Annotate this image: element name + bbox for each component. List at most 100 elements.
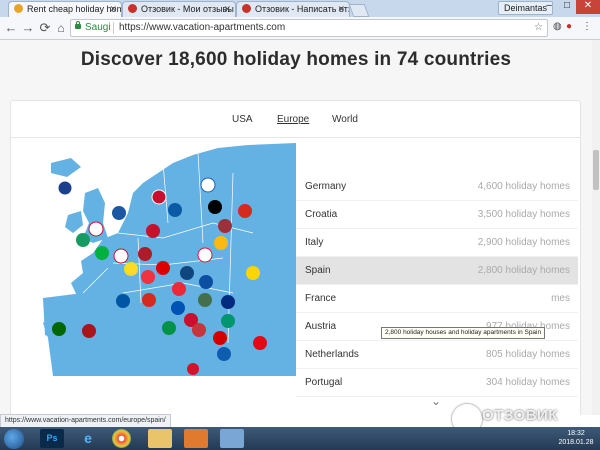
- england-flag-icon[interactable]: [88, 221, 104, 237]
- homes-count: 3,500 holiday homes: [477, 209, 570, 220]
- estonia-flag-icon[interactable]: [208, 200, 222, 214]
- homes-count: 2,800 holiday homes: [477, 265, 570, 276]
- france-flag-icon[interactable]: [116, 294, 130, 308]
- hungary-flag-icon[interactable]: [198, 293, 212, 307]
- page-content: Discover 18,600 holiday homes in 74 coun…: [0, 40, 592, 415]
- country-name: Austria: [305, 321, 337, 332]
- bookmark-star-icon[interactable]: ☆: [534, 20, 543, 36]
- lithuania-flag-icon[interactable]: [214, 236, 228, 250]
- tab-title: Отзовик - Написать отз: [255, 4, 350, 14]
- poland-flag-icon[interactable]: [197, 247, 213, 263]
- spain-flag-icon[interactable]: [82, 324, 96, 338]
- watermark-text: ОТЗОВИК: [482, 407, 558, 424]
- finland-flag-icon[interactable]: [200, 177, 216, 193]
- page-scrollbar[interactable]: [592, 40, 600, 415]
- list-item[interactable]: Portugal 304 holiday homes: [296, 369, 578, 397]
- list-item[interactable]: France mes: [296, 285, 578, 313]
- url-text: https://www.vacation-apartments.com: [119, 22, 286, 33]
- clock-date: 2018.01.28: [558, 439, 594, 446]
- country-name: Netherlands: [305, 349, 359, 360]
- clock-time: 18:32: [567, 430, 585, 437]
- photoshop-taskbar-icon[interactable]: Ps: [40, 429, 64, 448]
- country-name: France: [305, 293, 337, 304]
- bulgaria-flag-icon[interactable]: [221, 314, 235, 328]
- status-bar-url: https://www.vacation-apartments.com/euro…: [0, 414, 171, 428]
- address-bar[interactable]: Saugi https://www.vacation-apartments.co…: [70, 19, 548, 37]
- malta-flag-icon[interactable]: [187, 363, 199, 375]
- menu-icon[interactable]: ⋮: [582, 21, 592, 32]
- scrollbar-thumb[interactable]: [593, 150, 599, 190]
- ireland-flag-icon[interactable]: [76, 233, 90, 247]
- close-window-button[interactable]: ✕: [576, 0, 600, 14]
- country-name: Croatia: [305, 209, 338, 220]
- omnibox-divider: [113, 22, 114, 34]
- media-player-taskbar-icon[interactable]: [184, 429, 208, 448]
- reload-icon[interactable]: ⟳: [37, 20, 53, 36]
- tab-europe[interactable]: Europe: [277, 114, 309, 125]
- list-item[interactable]: Germany 4,600 holiday homes: [296, 173, 578, 201]
- turkey-flag-icon[interactable]: [253, 336, 267, 350]
- austria-flag-icon[interactable]: [172, 282, 186, 296]
- explorer-taskbar-icon[interactable]: [148, 429, 172, 448]
- browser-tab-otzovik-write[interactable]: Отзовик - Написать отз ✕: [236, 1, 350, 18]
- tab-usa[interactable]: USA: [232, 114, 253, 125]
- tab-world[interactable]: World: [332, 114, 358, 125]
- page-title: Discover 18,600 holiday homes in 74 coun…: [80, 49, 512, 70]
- new-tab-button[interactable]: [348, 4, 370, 17]
- extension-icon[interactable]: ◍: [553, 21, 562, 32]
- switzerland-flag-icon[interactable]: [142, 293, 156, 307]
- norway-flag-icon[interactable]: [151, 189, 167, 205]
- tab-close-icon[interactable]: ✕: [109, 2, 117, 17]
- list-item[interactable]: Italy 2,900 holiday homes: [296, 229, 578, 257]
- homes-count: mes: [551, 293, 570, 304]
- browser-tab-vacation[interactable]: Rent cheap holiday hom ✕: [8, 1, 122, 18]
- window-taskbar-icon[interactable]: [220, 429, 244, 448]
- browser-toolbar: ← → ⟳ ⌂ Saugi https://www.vacation-apart…: [0, 17, 600, 40]
- england2-flag-icon[interactable]: [113, 248, 129, 264]
- tab-close-icon[interactable]: ✕: [337, 2, 345, 17]
- sweden-flag-icon[interactable]: [168, 203, 182, 217]
- chrome-taskbar-icon[interactable]: [112, 429, 131, 448]
- list-item[interactable]: Spain 2,800 holiday homes: [296, 257, 578, 285]
- adblock-icon[interactable]: ●: [566, 21, 572, 32]
- belgium-flag-icon[interactable]: [124, 262, 138, 276]
- tab-title: Rent cheap holiday hom: [27, 4, 122, 14]
- czech-flag-icon[interactable]: [180, 266, 194, 280]
- secure-label: Saugi: [85, 22, 111, 33]
- windows-taskbar: Ps e 18:32 2018.01.28: [0, 427, 600, 450]
- home-icon[interactable]: ⌂: [53, 20, 69, 36]
- denmark-flag-icon[interactable]: [146, 224, 160, 238]
- portugal-flag-icon[interactable]: [52, 322, 66, 336]
- slovakia-flag-icon[interactable]: [199, 275, 213, 289]
- latvia-flag-icon[interactable]: [218, 219, 232, 233]
- germany-flag-icon[interactable]: [156, 261, 170, 275]
- scotland-flag-icon[interactable]: [112, 206, 126, 220]
- netherlands-flag-icon[interactable]: [138, 247, 152, 261]
- chevron-down-icon[interactable]: ⌄: [431, 394, 441, 408]
- macedonia-flag-icon[interactable]: [213, 331, 227, 345]
- list-item[interactable]: Netherlands 805 holiday homes: [296, 341, 578, 369]
- europe-map[interactable]: [23, 143, 296, 376]
- start-button-icon[interactable]: [4, 429, 24, 449]
- slovenia-flag-icon[interactable]: [171, 301, 185, 315]
- forward-icon[interactable]: →: [20, 20, 36, 36]
- greece-flag-icon[interactable]: [217, 347, 231, 361]
- russia-flag-icon[interactable]: [238, 204, 252, 218]
- tab-title: Отзовик - Мои отзывы: [141, 4, 234, 14]
- ukraine-flag-icon[interactable]: [246, 266, 260, 280]
- italy-flag-icon[interactable]: [162, 321, 176, 335]
- taskbar-clock[interactable]: 18:32 2018.01.28: [556, 429, 596, 447]
- minimize-button[interactable]: –: [540, 0, 558, 14]
- romania-flag-icon[interactable]: [221, 295, 235, 309]
- maximize-button[interactable]: □: [558, 0, 576, 14]
- montenegro-flag-icon[interactable]: [192, 323, 206, 337]
- tab-close-icon[interactable]: ✕: [223, 2, 231, 17]
- luxembourg-flag-icon[interactable]: [141, 270, 155, 284]
- country-name: Germany: [305, 181, 347, 192]
- wales-flag-icon[interactable]: [95, 246, 109, 260]
- browser-tab-otzovik-reviews[interactable]: Отзовик - Мои отзывы ✕: [122, 1, 236, 18]
- list-item[interactable]: Croatia 3,500 holiday homes: [296, 201, 578, 229]
- iceland-flag-icon[interactable]: [57, 180, 73, 196]
- back-icon[interactable]: ←: [3, 20, 19, 36]
- ie-taskbar-icon[interactable]: e: [76, 429, 100, 448]
